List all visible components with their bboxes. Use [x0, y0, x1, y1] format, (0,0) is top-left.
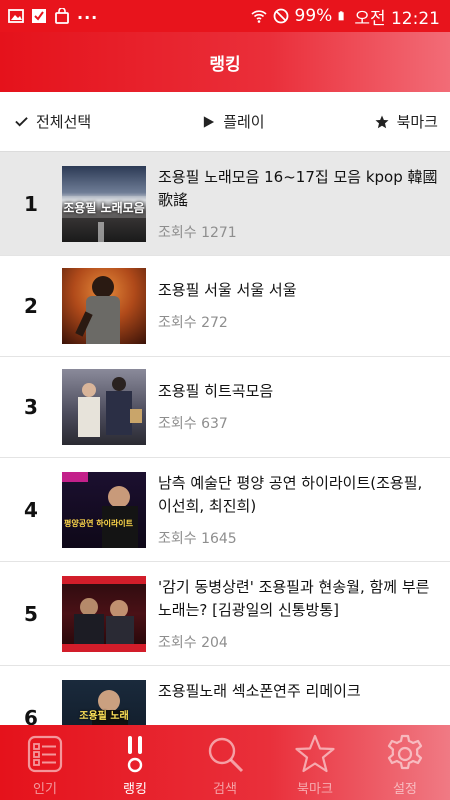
- nav-ranking[interactable]: 랭킹: [90, 725, 180, 800]
- nav-label: 랭킹: [123, 782, 147, 797]
- play-label: 플레이: [223, 113, 265, 131]
- nav-popular[interactable]: 인기: [0, 725, 90, 800]
- checkmark-icon: [14, 115, 28, 129]
- video-title: 조용필노래 섹소폰연주 리메이크: [158, 682, 361, 700]
- item-info: 조용필 서울 서울 서울 조회수 272: [146, 256, 450, 332]
- rank-number: 4: [24, 497, 38, 522]
- nav-bookmark[interactable]: 북마크: [270, 725, 360, 800]
- download-check-icon: [32, 9, 46, 23]
- view-count: 조회수 204: [158, 635, 228, 651]
- play-button[interactable]: 플레이: [201, 111, 265, 132]
- thumbnail-caption: 조용필 노래모음: [63, 200, 145, 215]
- item-info: 조용필 노래모음 16~17집 모음 kpop 韓國歌謠 조회수 1271: [146, 152, 450, 242]
- more-notifications: ...: [77, 3, 99, 23]
- video-title: 남측 예술단 평양 공연 하이라이트(조용필, 이선희, 최진희): [158, 474, 423, 515]
- rank-number: 1: [24, 191, 38, 216]
- page-title: 랭킹: [209, 54, 241, 75]
- rank-number: 6: [24, 706, 38, 725]
- bookmark-label: 북마크: [396, 113, 438, 131]
- video-thumbnail: [62, 369, 146, 445]
- video-title: 조용필 서울 서울 서울: [158, 281, 297, 299]
- play-icon: [201, 115, 215, 129]
- item-info: 조용필 히트곡모음 조회수 637: [146, 357, 450, 433]
- ranking-icon: [127, 736, 143, 773]
- clock: 오전 12:21: [354, 8, 440, 29]
- notification-icons: ...: [8, 4, 98, 24]
- video-thumbnail: 평양공연 하이라이트: [62, 472, 146, 548]
- nav-label: 인기: [33, 782, 57, 797]
- rank-number: 5: [24, 601, 38, 626]
- wifi-icon: [250, 10, 267, 23]
- select-all-button[interactable]: 전체선택: [14, 111, 91, 132]
- view-count: 조회수 1271: [158, 225, 237, 241]
- battery-percent: 99%: [294, 6, 333, 26]
- item-info: '감기 동병상련' 조용필과 현송월, 함께 부른 노래는? [김광일의 신통방…: [146, 562, 450, 652]
- gear-icon: [387, 734, 423, 770]
- view-count: 조회수 1645: [158, 531, 237, 547]
- video-thumbnail: 조용필 노래: [62, 680, 146, 725]
- battery-icon: [338, 11, 344, 21]
- image-icon: [8, 9, 24, 23]
- list-item[interactable]: 2 조용필 서울 서울 서울 조회수 272: [0, 256, 450, 357]
- thumbnail-caption: 조용필 노래: [79, 710, 129, 722]
- ranking-list: 1 조용필 노래모음 조용필 노래모음 16~17집 모음 kpop 韓國歌謠 …: [0, 152, 450, 725]
- nav-settings[interactable]: 설정: [360, 725, 450, 800]
- action-toolbar: 전체선택 플레이 북마크: [0, 92, 450, 152]
- video-title: '감기 동병상련' 조용필과 현송월, 함께 부른 노래는? [김광일의 신통방…: [158, 578, 430, 619]
- video-title: 조용필 노래모음 16~17집 모음 kpop 韓國歌謠: [158, 168, 438, 209]
- do-not-disturb-icon: [273, 8, 288, 24]
- bottom-navigation: 인기 랭킹 검색 북마크 설정: [0, 725, 450, 800]
- view-count: 조회수 272: [158, 315, 228, 331]
- list-item[interactable]: 3 조용필 히트곡모음 조회수 637: [0, 357, 450, 458]
- list-item[interactable]: 6 조용필 노래 조용필노래 섹소폰연주 리메이크: [0, 666, 450, 725]
- system-status: 99% 오전 12:21: [250, 4, 440, 29]
- star-icon: [375, 115, 389, 129]
- rank-number: 2: [24, 294, 38, 318]
- app-header: 랭킹: [0, 32, 450, 92]
- video-thumbnail: [62, 268, 146, 344]
- list-icon: [27, 735, 63, 773]
- shopping-bag-icon: [55, 8, 69, 24]
- search-icon: [208, 737, 244, 773]
- nav-search[interactable]: 검색: [180, 725, 270, 800]
- view-count: 조회수 637: [158, 416, 228, 432]
- nav-label: 검색: [213, 782, 237, 797]
- list-item[interactable]: 5 '감기 동병상련' 조용필과 현송월, 함께 부른 노래는? [김광일의 신…: [0, 562, 450, 666]
- rank-number: 3: [24, 395, 38, 419]
- item-info: 조용필노래 섹소폰연주 리메이크: [146, 666, 450, 713]
- thumbnail-caption: 평양공연 하이라이트: [64, 518, 134, 528]
- list-item[interactable]: 4 평양공연 하이라이트 남측 예술단 평양 공연 하이라이트(조용필, 이선희…: [0, 458, 450, 562]
- item-info: 남측 예술단 평양 공연 하이라이트(조용필, 이선희, 최진희) 조회수 16…: [146, 458, 450, 548]
- bookmark-button[interactable]: 북마크: [375, 111, 438, 132]
- nav-label: 북마크: [297, 782, 333, 797]
- video-thumbnail: 조용필 노래모음: [62, 166, 146, 242]
- video-thumbnail: [62, 576, 146, 652]
- video-title: 조용필 히트곡모음: [158, 382, 274, 400]
- status-bar: ... 99% 오전 12:21: [0, 0, 450, 32]
- list-item[interactable]: 1 조용필 노래모음 조용필 노래모음 16~17집 모음 kpop 韓國歌謠 …: [0, 152, 450, 256]
- star-icon: [295, 734, 335, 773]
- select-all-label: 전체선택: [36, 113, 92, 131]
- nav-label: 설정: [393, 782, 417, 797]
